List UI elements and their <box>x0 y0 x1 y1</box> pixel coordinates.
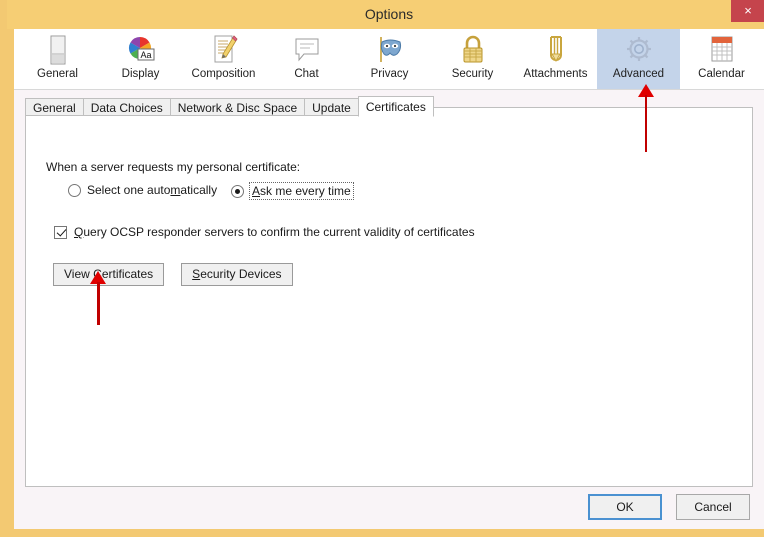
toolbar-item-general[interactable]: General <box>16 29 99 89</box>
toolbar-item-composition[interactable]: Composition <box>182 29 265 89</box>
toolbar-item-advanced[interactable]: Advanced <box>597 29 680 89</box>
toolbar-item-label: General <box>37 68 78 80</box>
ok-button[interactable]: OK <box>588 494 662 520</box>
tab-data-choices[interactable]: Data Choices <box>82 98 171 116</box>
view-certificates-button[interactable]: View Certificates <box>53 263 165 286</box>
tab-network-disc-space[interactable]: Network & Disc Space <box>169 98 306 116</box>
toolbar-item-label: Composition <box>191 68 256 80</box>
toolbar-item-privacy[interactable]: Privacy <box>348 29 431 89</box>
radio-button-mark[interactable] <box>68 183 81 197</box>
toolbar-item-label: Advanced <box>612 68 665 80</box>
window-title: Options <box>364 6 414 22</box>
tab-certificates[interactable]: Certificates <box>357 96 434 117</box>
composition-pencil-icon <box>207 33 241 67</box>
calendar-icon <box>705 33 739 67</box>
toolbar-item-label: Security <box>451 68 494 80</box>
tab-update[interactable]: Update <box>304 98 359 116</box>
toolbar-item-label: Privacy <box>370 68 409 80</box>
certificate-buttons-row: View Certificates Security Devices <box>53 263 293 286</box>
advanced-gear-icon <box>622 33 656 67</box>
tab-general[interactable]: General <box>25 98 84 116</box>
radio-select-one-automatically[interactable]: Select one automatically <box>68 183 217 197</box>
radio-select-one-automatically-label[interactable]: Select one automatically <box>87 183 217 197</box>
toolbar-item-calendar[interactable]: Calendar <box>680 29 763 89</box>
security-padlock-icon <box>456 33 490 67</box>
checkbox-mark[interactable] <box>54 225 67 239</box>
radio-ask-me-every-time-label[interactable]: Ask me every time <box>249 182 354 200</box>
toolbar-item-display[interactable]: Aa Display <box>99 29 182 89</box>
cancel-button[interactable]: Cancel <box>676 494 750 520</box>
chat-bubble-icon <box>290 33 324 67</box>
general-panel-icon <box>41 33 75 67</box>
dialog-body: General Aa Display Composition Chat Priv… <box>14 29 764 529</box>
dialog-footer-buttons: OK Cancel <box>588 494 750 520</box>
title-bar: Options × <box>7 0 764 29</box>
panel-content: When a server requests my personal certi… <box>26 108 754 488</box>
toolbar-item-label: Display <box>121 68 160 80</box>
svg-text:Aa: Aa <box>140 50 151 60</box>
tab-strip: General Data Choices Network & Disc Spac… <box>25 96 434 117</box>
toolbar-item-attachments[interactable]: Attachments <box>514 29 597 89</box>
toolbar-item-label: Calendar <box>698 68 745 80</box>
security-devices-button[interactable]: Security Devices <box>181 263 293 286</box>
attachments-paperclip-icon <box>539 33 573 67</box>
radio-ask-me-every-time[interactable]: Ask me every time <box>231 182 354 200</box>
toolbar-item-chat[interactable]: Chat <box>265 29 348 89</box>
display-colorwheel-icon: Aa <box>124 33 158 67</box>
options-dialog-window: Options × General Aa Display Composition… <box>0 0 764 537</box>
close-icon[interactable]: × <box>731 0 764 22</box>
radio-button-mark[interactable] <box>231 184 244 198</box>
toolbar-item-label: Chat <box>294 68 319 80</box>
toolbar-item-security[interactable]: Security <box>431 29 514 89</box>
checkbox-query-ocsp-label[interactable]: Query OCSP responder servers to confirm … <box>74 225 475 239</box>
toolbar-item-label: Attachments <box>523 68 588 80</box>
cert-prompt-label: When a server requests my personal certi… <box>46 160 301 174</box>
certificates-tab-panel: When a server requests my personal certi… <box>25 107 753 487</box>
checkbox-query-ocsp[interactable]: Query OCSP responder servers to confirm … <box>54 225 475 239</box>
privacy-mask-icon <box>373 33 407 67</box>
options-toolbar: General Aa Display Composition Chat Priv… <box>14 29 764 90</box>
